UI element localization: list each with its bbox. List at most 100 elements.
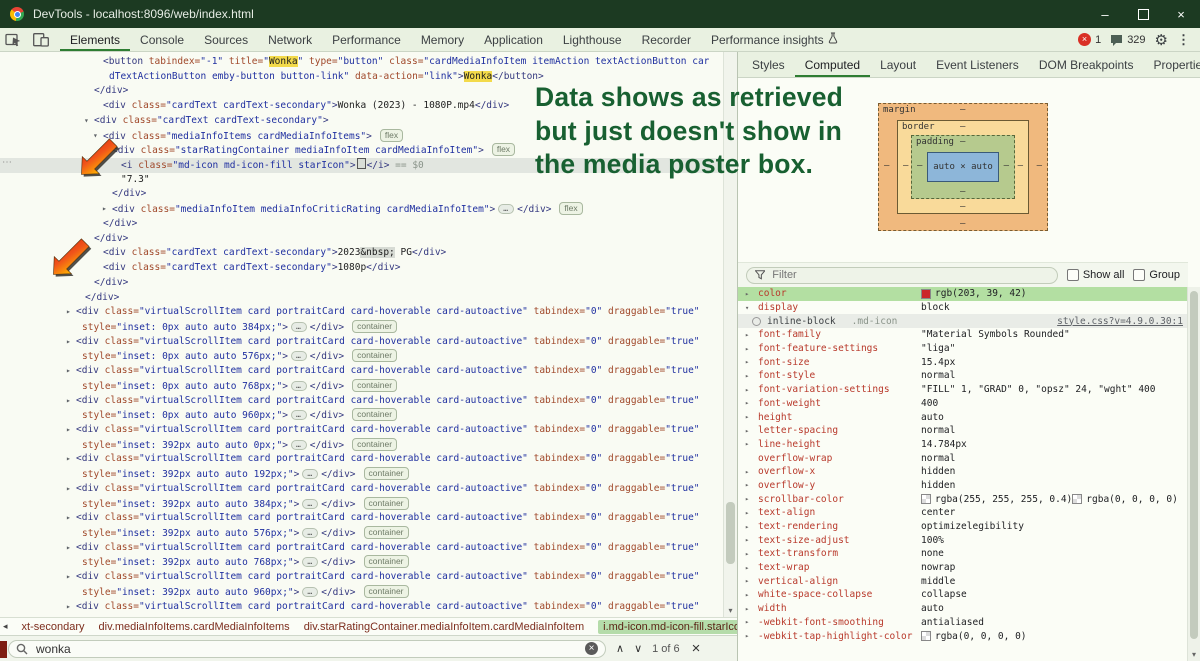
disclosure-arrow-icon[interactable]: ▸	[66, 305, 71, 320]
padding-right-value[interactable]: ‒	[1004, 161, 1009, 171]
container-badge[interactable]: container	[352, 438, 397, 451]
breadcrumb-item[interactable]: i.md-icon.md-icon-fill.starIcon	[598, 620, 737, 634]
sidebar-scrollbar-thumb[interactable]	[1190, 291, 1198, 639]
tree-scrollbar-thumb[interactable]	[726, 502, 735, 564]
tree-line[interactable]: ▸<div class="virtualScrollItem card port…	[0, 600, 723, 615]
property-expand-icon[interactable]: ▸	[745, 509, 749, 517]
disclosure-arrow-icon[interactable]: ▸	[66, 394, 71, 409]
property-expand-icon[interactable]: ▸	[745, 290, 749, 298]
property-expand-icon[interactable]: ▸	[745, 495, 749, 503]
padding-bottom-value[interactable]: ‒	[960, 187, 965, 197]
box-model-padding[interactable]: padding ‒ ‒ ‒ ‒ auto × auto	[911, 135, 1015, 199]
property-expand-icon[interactable]: ▸	[745, 523, 749, 531]
computed-property-row[interactable]: ▸line-height14.784px	[738, 438, 1188, 452]
computed-property-row[interactable]: ▸overflow-xhidden	[738, 465, 1188, 479]
computed-property-row[interactable]: ▾displayblock	[738, 301, 1188, 315]
breadcrumb-item[interactable]: div.starRatingContainer.mediaInfoItem.ca…	[304, 621, 584, 633]
tree-line[interactable]: style="inset: 0px auto auto 768px;">…</d…	[0, 379, 723, 394]
search-input[interactable]	[34, 641, 579, 657]
disclosure-arrow-icon[interactable]: ▸	[66, 511, 71, 526]
tree-line[interactable]: ▸<div class="virtualScrollItem card port…	[0, 423, 723, 438]
computed-override-row[interactable]: inline-block.md-iconstyle.css?v=4.9.0.30…	[738, 314, 1188, 328]
tab-memory[interactable]: Memory	[411, 28, 474, 51]
computed-property-row[interactable]: ▸font-family"Material Symbols Rounded"	[738, 328, 1188, 342]
computed-property-row[interactable]: ▸-webkit-font-smoothingantialiased	[738, 616, 1188, 630]
tab-lighthouse[interactable]: Lighthouse	[553, 28, 632, 51]
computed-property-row[interactable]: ▸-webkit-tap-highlight-colorrgba(0, 0, 0…	[738, 629, 1188, 643]
line-ellipsis-indicator[interactable]: ⋯	[2, 157, 13, 168]
ellipsis-pill[interactable]: …	[302, 528, 318, 538]
tab-sources[interactable]: Sources	[194, 28, 258, 51]
container-badge[interactable]: container	[364, 555, 409, 568]
sidebar-tab-layout[interactable]: Layout	[870, 52, 926, 77]
show-all-option[interactable]: Show all	[1067, 269, 1125, 281]
tree-line[interactable]: ▸<div class="virtualScrollItem card port…	[0, 305, 723, 320]
scroll-down-icon[interactable]: ▾	[724, 606, 737, 615]
padding-top-value[interactable]: ‒	[960, 137, 965, 147]
property-expand-icon[interactable]: ▸	[745, 605, 749, 613]
minimize-button[interactable]: –	[1086, 0, 1124, 28]
issues-badge[interactable]: 329	[1110, 34, 1145, 46]
property-expand-icon[interactable]: ▸	[745, 372, 749, 380]
computed-property-row[interactable]: ▸overflow-yhidden	[738, 479, 1188, 493]
computed-property-row[interactable]: ▸text-aligncenter	[738, 506, 1188, 520]
property-expand-icon[interactable]: ▸	[745, 413, 749, 421]
tree-line[interactable]: style="inset: 392px auto auto 576px;">…<…	[0, 526, 723, 541]
ellipsis-pill[interactable]: …	[291, 322, 307, 332]
margin-top-value[interactable]: ‒	[960, 105, 965, 115]
padding-left-value[interactable]: ‒	[917, 161, 922, 171]
property-expand-icon[interactable]: ▸	[745, 399, 749, 407]
breadcrumb-item[interactable]: xt-secondary	[22, 621, 85, 633]
container-badge[interactable]: container	[364, 497, 409, 510]
sidebar-tab-properties[interactable]: Properties	[1144, 52, 1200, 77]
disclosure-arrow-icon[interactable]: ▸	[66, 423, 71, 438]
tree-line[interactable]: <div class="cardText cardText-secondary"…	[0, 261, 723, 276]
border-top-value[interactable]: ‒	[960, 122, 965, 132]
box-model-content[interactable]: auto × auto	[927, 152, 999, 182]
sidebar-tab-event-listeners[interactable]: Event Listeners	[926, 52, 1029, 77]
device-toolbar-button[interactable]	[27, 28, 54, 51]
color-swatch[interactable]	[921, 631, 931, 641]
computed-property-row[interactable]: ▸heightauto	[738, 410, 1188, 424]
ellipsis-pill[interactable]: …	[302, 469, 318, 479]
next-match-icon[interactable]: ∨	[634, 642, 642, 655]
property-expand-icon[interactable]: ▸	[745, 591, 749, 599]
sidebar-tab-styles[interactable]: Styles	[742, 52, 795, 77]
tree-line[interactable]: style="inset: 392px auto auto 384px;">…<…	[0, 497, 723, 512]
maximize-button[interactable]	[1124, 0, 1162, 28]
disclosure-arrow-icon[interactable]: ▸	[66, 600, 71, 615]
computed-property-row[interactable]: ▸font-feature-settings"liga"	[738, 342, 1188, 356]
property-expand-icon[interactable]: ▾	[745, 304, 749, 312]
tree-line[interactable]: style="inset: 392px auto auto 0px;">…</d…	[0, 438, 723, 453]
flex-badge[interactable]: flex	[492, 143, 515, 156]
ellipsis-pill[interactable]: …	[291, 410, 307, 420]
settings-icon[interactable]: ⚙	[1155, 31, 1168, 49]
margin-bottom-value[interactable]: ‒	[960, 219, 965, 229]
tab-recorder[interactable]: Recorder	[632, 28, 701, 51]
margin-left-value[interactable]: ‒	[884, 161, 889, 171]
border-bottom-value[interactable]: ‒	[960, 202, 965, 212]
color-swatch[interactable]	[921, 289, 931, 299]
filter-input[interactable]	[770, 268, 1049, 282]
border-left-value[interactable]: ‒	[903, 161, 908, 171]
close-search-icon[interactable]: ×	[692, 640, 701, 657]
disclosure-arrow-icon[interactable]: ▸	[66, 452, 71, 467]
flex-badge[interactable]: flex	[380, 129, 403, 142]
computed-property-row[interactable]: ▸font-variation-settings"FILL" 1, "GRAD"…	[738, 383, 1188, 397]
tree-line[interactable]: ▸<div class="virtualScrollItem card port…	[0, 394, 723, 409]
tree-line[interactable]: ▸<div class="virtualScrollItem card port…	[0, 335, 723, 350]
disclosure-arrow-icon[interactable]: ▸	[66, 335, 71, 350]
sidebar-tab-computed[interactable]: Computed	[795, 52, 870, 77]
property-expand-icon[interactable]: ▸	[745, 440, 749, 448]
disclosure-arrow-icon[interactable]: ▸	[66, 364, 71, 379]
tree-line[interactable]: </div>	[0, 291, 723, 306]
more-options-icon[interactable]: ⋮	[1177, 32, 1190, 48]
tree-line[interactable]: style="inset: 392px auto auto 960px;">…<…	[0, 585, 723, 600]
color-swatch[interactable]	[1072, 494, 1082, 504]
ellipsis-pill[interactable]: …	[302, 587, 318, 597]
container-badge[interactable]: container	[364, 585, 409, 598]
tree-line[interactable]: </div>	[0, 276, 723, 291]
inspect-element-button[interactable]	[0, 28, 27, 51]
clear-search-icon[interactable]: ×	[585, 642, 598, 655]
container-badge[interactable]: container	[352, 408, 397, 421]
